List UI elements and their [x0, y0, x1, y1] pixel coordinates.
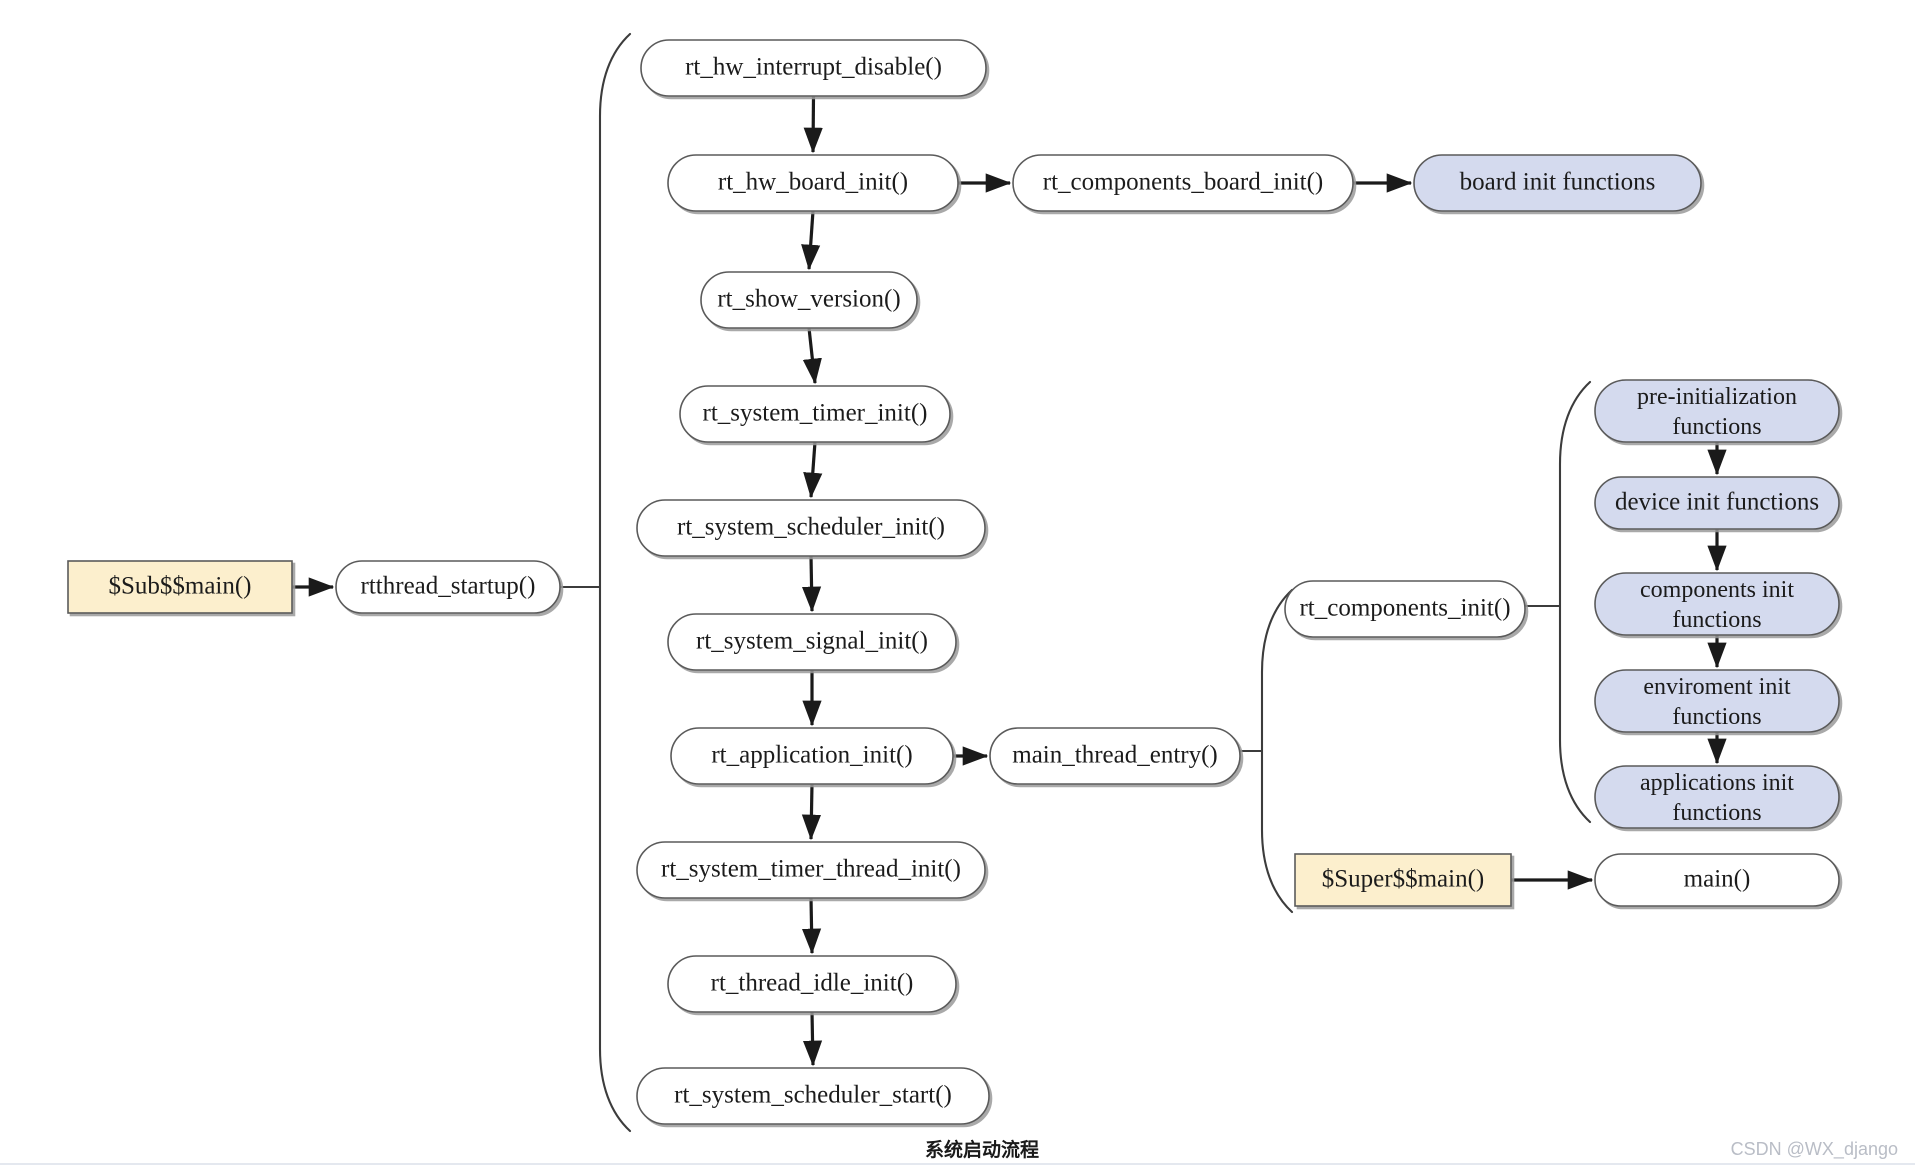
diagram-caption: 系统启动流程 — [925, 1138, 1039, 1161]
node-board_init_functions[interactable]: board init functions — [1413, 154, 1702, 212]
node-sub_main[interactable]: $Sub$$main() — [67, 560, 293, 614]
node-pre_initialization[interactable]: pre-initialization functions — [1594, 379, 1840, 443]
edge-rt_show_version-to-rt_system_timer_init — [802, 327, 822, 385]
node-rtthread_startup[interactable]: rtthread_startup() — [335, 560, 561, 614]
node-rt_hw_interrupt_disable[interactable]: rt_hw_interrupt_disable() — [640, 39, 987, 97]
nodes-layer: $Sub$$main() rtthread_startup() rt_hw_inte… — [67, 39, 1840, 1125]
edge-rt_application_init-to-rt_system_timer_thread_init — [801, 783, 822, 841]
node-label-rt_system_timer_init: rt_system_timer_init() — [703, 400, 928, 427]
node-label-rt_show_version: rt_show_version() — [717, 286, 900, 313]
node-label-rt_hw_interrupt_disable: rt_hw_interrupt_disable() — [685, 54, 942, 81]
node-label-rt_hw_board_init: rt_hw_board_init() — [718, 169, 908, 196]
node-label-super_main: $Super$$main() — [1322, 866, 1484, 893]
edge-rt_thread_idle_init-to-rt_system_scheduler_start — [802, 1011, 823, 1067]
node-label-device_init: device init functions — [1615, 489, 1819, 516]
node-rt_thread_idle_init[interactable]: rt_thread_idle_init() — [667, 955, 957, 1013]
node-device_init[interactable]: device init functions — [1594, 476, 1840, 530]
startup-flow-diagram: $Sub$$main() rtthread_startup() rt_hw_inte… — [0, 32, 1915, 1165]
edge-rt_system_scheduler_init-to-rt_system_signal_init — [801, 555, 822, 613]
edge-rt_hw_board_init-to-rt_show_version — [801, 210, 821, 271]
node-label-rt_system_timer_thread_init: rt_system_timer_thread_init() — [661, 856, 961, 883]
brace-curve — [1558, 380, 1592, 824]
node-components_init[interactable]: components init functions — [1594, 572, 1840, 636]
node-label-rt_system_signal_init: rt_system_signal_init() — [696, 628, 928, 655]
node-main_fn[interactable]: main() — [1594, 853, 1840, 907]
node-super_main[interactable]: $Super$$main() — [1294, 853, 1512, 907]
node-label-rt_system_scheduler_init: rt_system_scheduler_init() — [677, 514, 945, 541]
node-label-rt_components_board_init: rt_components_board_init() — [1043, 169, 1324, 196]
node-rt_system_timer_thread_init[interactable]: rt_system_timer_thread_init() — [636, 841, 986, 899]
diagram-canvas: $Sub$$main() rtthread_startup() rt_hw_inte… — [0, 0, 1915, 1173]
watermark-label: CSDN @WX_django — [1731, 1139, 1898, 1160]
node-rt_system_scheduler_start[interactable]: rt_system_scheduler_start() — [636, 1067, 990, 1125]
components-group-brace — [1525, 380, 1592, 824]
node-rt_application_init[interactable]: rt_application_init() — [670, 727, 954, 785]
edge-rt_system_timer_init-to-rt_system_scheduler_init — [803, 441, 823, 499]
edge-rt_system_timer_thread_init-to-rt_thread_idle_init — [801, 897, 822, 955]
edge-rt_hw_interrupt_disable-to-rt_hw_board_init — [803, 95, 823, 154]
node-enviroment_init[interactable]: enviroment init functions — [1594, 669, 1840, 733]
node-rt_components_board_init[interactable]: rt_components_board_init() — [1012, 154, 1354, 212]
node-applications_init[interactable]: applications init functions — [1594, 765, 1840, 829]
node-label-main_thread_entry: main_thread_entry() — [1012, 742, 1217, 769]
brace-curve — [598, 32, 632, 1133]
node-rt_show_version[interactable]: rt_show_version() — [700, 271, 918, 329]
node-main_thread_entry[interactable]: main_thread_entry() — [989, 727, 1241, 785]
node-rt_system_signal_init[interactable]: rt_system_signal_init() — [667, 613, 957, 671]
main-thread-group-brace — [1240, 588, 1294, 914]
node-label-rt_system_scheduler_start: rt_system_scheduler_start() — [674, 1082, 952, 1109]
node-label-rt_thread_idle_init: rt_thread_idle_init() — [711, 970, 914, 997]
startup-group-brace — [560, 32, 632, 1133]
node-rt_hw_board_init[interactable]: rt_hw_board_init() — [667, 154, 959, 212]
node-label-rtthread_startup: rtthread_startup() — [361, 573, 536, 600]
brace-curve — [1260, 588, 1294, 914]
node-label-rt_components_init: rt_components_init() — [1299, 595, 1510, 622]
node-label-main_fn: main() — [1684, 866, 1751, 893]
node-label-board_init_functions: board init functions — [1460, 169, 1656, 196]
node-label-rt_application_init: rt_application_init() — [711, 742, 912, 769]
node-rt_components_init[interactable]: rt_components_init() — [1284, 580, 1526, 638]
node-label-sub_main: $Sub$$main() — [108, 573, 251, 600]
node-rt_system_scheduler_init[interactable]: rt_system_scheduler_init() — [636, 499, 986, 557]
node-rt_system_timer_init[interactable]: rt_system_timer_init() — [679, 385, 951, 443]
